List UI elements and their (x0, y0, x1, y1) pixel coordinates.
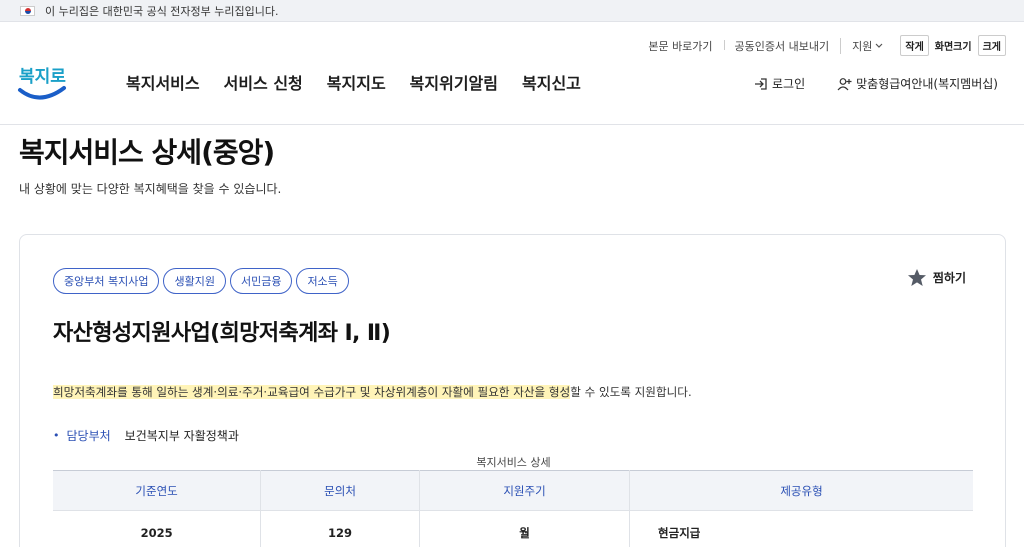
nav-service-apply[interactable]: 서비스 신청 (224, 70, 303, 94)
tag-living-support[interactable]: 생활지원 (163, 268, 226, 294)
cell-base-year: 2025 (53, 510, 262, 547)
tag-central-ministry[interactable]: 중앙부처 복지사업 (53, 268, 160, 294)
chevron-down-icon (875, 43, 883, 48)
nav-welfare-map[interactable]: 복지지도 (327, 70, 386, 94)
bokjiro-logo[interactable]: 복지로 (16, 60, 70, 104)
logo-text: 복지로 (19, 67, 66, 87)
header-support-cycle: 지원주기 (419, 470, 631, 511)
header-actions: 로그인 맞춤형급여안내(복지멤버십) (754, 75, 998, 92)
bookmark-button[interactable]: 찜하기 (907, 268, 966, 287)
service-detail-card: 중앙부처 복지사업 생활지원 서민금융 저소득 찜하기 자산형성지원사업(희망저… (19, 234, 1006, 547)
font-size-controls: 작게 화면크기 크게 (900, 35, 1006, 56)
language-label: 지원 (852, 39, 873, 53)
service-title: 자산형성지원사업(희망저축계좌 Ⅰ, Ⅱ) (53, 321, 391, 346)
bullet-icon: • (53, 429, 60, 442)
login-button[interactable]: 로그인 (754, 75, 805, 92)
bookmark-label: 찜하기 (932, 271, 966, 285)
star-icon (907, 269, 926, 286)
header-provision-type: 제공유형 (629, 470, 973, 511)
login-label: 로그인 (772, 77, 806, 91)
korea-flag-icon (20, 5, 35, 16)
gov-banner-text: 이 누리집은 대한민국 공식 전자정부 누리집입니다. (45, 4, 279, 18)
language-select[interactable]: 지원 (840, 37, 894, 54)
custom-benefit-label: 맞춤형급여안내(복지멤버십) (856, 77, 998, 91)
page-title: 복지서비스 상세(중앙) (19, 136, 275, 169)
cell-support-cycle: 월 (419, 510, 631, 547)
login-icon (755, 77, 767, 90)
tag-public-finance[interactable]: 서민금융 (229, 268, 293, 294)
font-size-label: 화면크기 (934, 42, 972, 53)
description-highlight: 희망저축계좌를 통해 일하는 생계·의료·주거·교육급여 수급가구 및 차상위계… (53, 385, 571, 399)
description-rest: 할 수 있도록 지원합니다. (570, 385, 692, 399)
nav-welfare-service[interactable]: 복지서비스 (126, 70, 200, 94)
font-small-button[interactable]: 작게 (900, 35, 929, 56)
header-base-year: 기준연도 (53, 470, 262, 511)
tag-low-income[interactable]: 저소득 (296, 268, 349, 294)
service-description: 희망저축계좌를 통해 일하는 생계·의료·주거·교육급여 수급가구 및 차상위계… (53, 384, 692, 400)
nav-crisis-alert[interactable]: 복지위기알림 (410, 70, 498, 94)
header-divider (0, 124, 1024, 125)
gov-banner: 이 누리집은 대한민국 공식 전자정부 누리집입니다. (0, 0, 1024, 22)
page-subtitle: 내 상황에 맞는 다양한 복지혜택을 찾을 수 있습니다. (19, 182, 282, 196)
detail-table: 기준연도 문의처 지원주기 제공유형 2025 129 월 현금지급 (53, 470, 973, 547)
font-large-button[interactable]: 크게 (977, 35, 1006, 56)
main-nav: 복지서비스 서비스 신청 복지지도 복지위기알림 복지신고 (126, 70, 581, 94)
table-row: 2025 129 월 현금지급 (53, 510, 973, 547)
service-tags: 중앙부처 복지사업 생활지원 서민금융 저소득 (53, 268, 349, 294)
table-header-row: 기준연도 문의처 지원주기 제공유형 (53, 470, 973, 511)
department-label: 담당부처 (66, 429, 111, 443)
department-info: • 담당부처 보건복지부 자활정책과 (53, 427, 239, 444)
header-contact: 문의처 (260, 470, 420, 511)
nav-welfare-report[interactable]: 복지신고 (522, 70, 581, 94)
export-cert-link[interactable]: 공동인증서 내보내기 (723, 38, 841, 54)
utility-nav: 본문 바로가기 공동인증서 내보내기 지원 작게 화면크기 크게 (637, 35, 1006, 56)
skip-to-content-link[interactable]: 본문 바로가기 (637, 38, 723, 54)
cell-provision-type: 현금지급 (658, 525, 701, 540)
add-user-icon (837, 77, 852, 90)
custom-benefit-button[interactable]: 맞춤형급여안내(복지멤버십) (837, 75, 998, 92)
detail-table-caption: 복지서비스 상세 (476, 456, 551, 469)
department-value: 보건복지부 자활정책과 (124, 429, 239, 443)
cell-contact: 129 (260, 510, 420, 547)
